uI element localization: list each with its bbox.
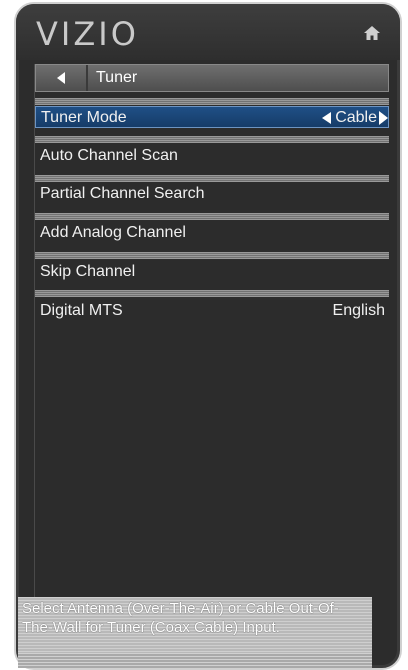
help-text: Select Antenna (Over-The-Air) or Cable O… xyxy=(22,600,339,636)
menu-item-tuner-mode[interactable]: Tuner Mode Cable xyxy=(35,106,389,128)
breadcrumb-title: Tuner xyxy=(96,69,138,86)
menu-item-label: Tuner Mode xyxy=(41,109,127,126)
divider xyxy=(35,290,389,297)
breadcrumb: Tuner xyxy=(35,64,389,92)
menu-item-label: Auto Channel Scan xyxy=(40,147,178,164)
divider xyxy=(35,98,389,105)
menu-item-digital-mts[interactable]: Digital MTS English xyxy=(35,300,389,322)
divider xyxy=(35,136,389,143)
menu-item-label: Partial Channel Search xyxy=(40,185,205,202)
menu-header: VIZIO xyxy=(16,4,400,60)
left-arrow-icon[interactable] xyxy=(322,112,332,124)
divider xyxy=(35,252,389,259)
menu-item-label: Digital MTS xyxy=(40,302,123,319)
back-button[interactable] xyxy=(36,65,88,91)
vizio-logo: VIZIO xyxy=(36,15,139,53)
home-icon[interactable] xyxy=(364,26,380,40)
divider xyxy=(35,175,389,182)
tuner-mode-selector[interactable]: Cable xyxy=(322,107,388,129)
menu-item-auto-channel-scan[interactable]: Auto Channel Scan xyxy=(35,145,389,167)
digital-mts-value: English xyxy=(332,302,385,319)
menu-item-label: Skip Channel xyxy=(40,263,136,280)
tv-menu-frame: VIZIO Tuner Tuner Mode Cable Auto Channe… xyxy=(14,2,402,670)
right-arrow-icon[interactable] xyxy=(379,111,388,125)
menu-item-label: Add Analog Channel xyxy=(40,224,186,241)
menu-list: Tuner Tuner Mode Cable Auto Channel Scan… xyxy=(34,64,389,604)
tuner-mode-value: Cable xyxy=(335,109,377,126)
menu-item-partial-channel-search[interactable]: Partial Channel Search xyxy=(35,183,389,205)
help-text-panel: Select Antenna (Over-The-Air) or Cable O… xyxy=(18,597,372,653)
menu-item-skip-channel[interactable]: Skip Channel xyxy=(35,261,389,283)
divider xyxy=(35,213,389,220)
back-arrow-icon xyxy=(57,72,65,84)
menu-item-add-analog-channel[interactable]: Add Analog Channel xyxy=(35,222,389,244)
